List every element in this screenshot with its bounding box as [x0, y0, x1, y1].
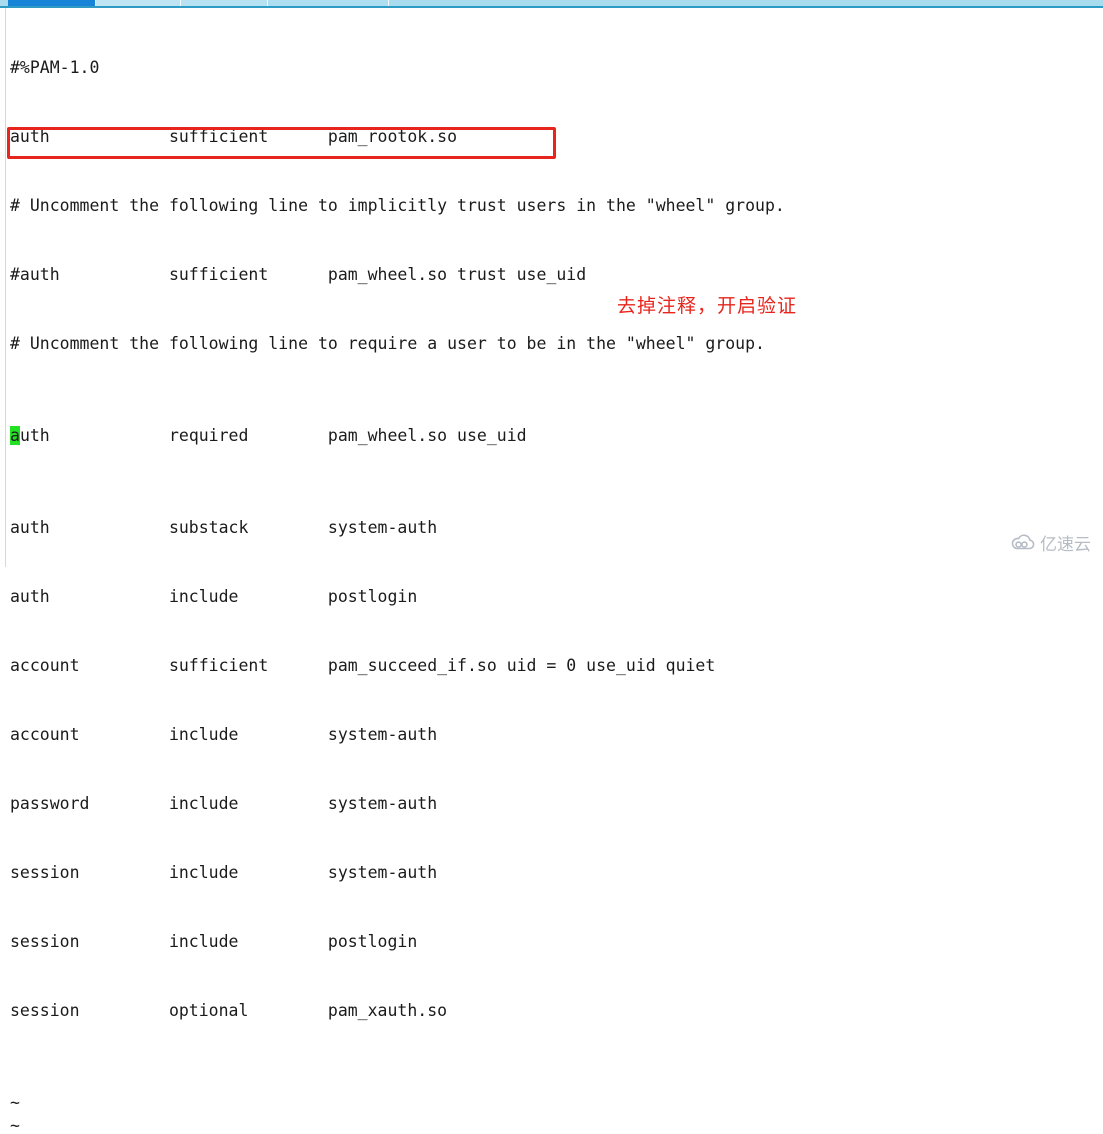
buffer-line: #auth sufficient pam_wheel.so trust use_… — [10, 265, 587, 284]
tab-divider-2 — [180, 0, 181, 6]
tab-divider-1 — [95, 0, 96, 6]
buffer-line: # Uncomment the following line to implic… — [10, 196, 785, 215]
buffer-line: auth substack system-auth — [10, 518, 438, 537]
tab-3[interactable] — [181, 0, 267, 6]
buffer-line: auth sufficient pam_rootok.so — [10, 127, 458, 146]
tab-2[interactable] — [96, 0, 180, 6]
buffer-line: session optional pam_xauth.so — [10, 1001, 448, 1020]
empty-line-markers: ~~~~~~~~~~ — [10, 1091, 1090, 1134]
buffer-line: session include postlogin — [10, 932, 418, 951]
buffer-line: # Uncomment the following line to requir… — [10, 334, 765, 353]
text-cursor: a — [10, 426, 20, 445]
buffer-line: account include system-auth — [10, 725, 438, 744]
tab-strip — [0, 0, 1103, 8]
tab-divider-4 — [388, 0, 389, 6]
buffer-line: session include system-auth — [10, 863, 438, 882]
cloud-icon — [1010, 534, 1036, 551]
window-left-border — [5, 8, 6, 567]
buffer-line-cursor: auth required pam_wheel.so use_uid — [10, 424, 1090, 447]
cursor-line-rest: uth required pam_wheel.so use_uid — [19, 426, 527, 445]
tab-4[interactable] — [268, 0, 388, 6]
tab-divider-3 — [267, 0, 268, 6]
text-buffer[interactable]: #%PAM-1.0 auth sufficient pam_rootok.so … — [10, 10, 1090, 1134]
empty-line-marker: ~ — [10, 1093, 20, 1112]
tab-active[interactable] — [8, 0, 96, 6]
empty-line-marker: ~ — [10, 1116, 20, 1134]
buffer-line: account sufficient pam_succeed_if.so uid… — [10, 656, 716, 675]
buffer-line: auth include postlogin — [10, 587, 418, 606]
watermark: 亿速云 — [1010, 530, 1091, 555]
watermark-text: 亿速云 — [1040, 535, 1091, 555]
buffer-line: password include system-auth — [10, 794, 438, 813]
annotation-note: 去掉注释，开启验证 — [617, 295, 798, 317]
buffer-line: #%PAM-1.0 — [10, 58, 100, 77]
editor-window[interactable]: #%PAM-1.0 auth sufficient pam_rootok.so … — [0, 8, 1103, 1134]
